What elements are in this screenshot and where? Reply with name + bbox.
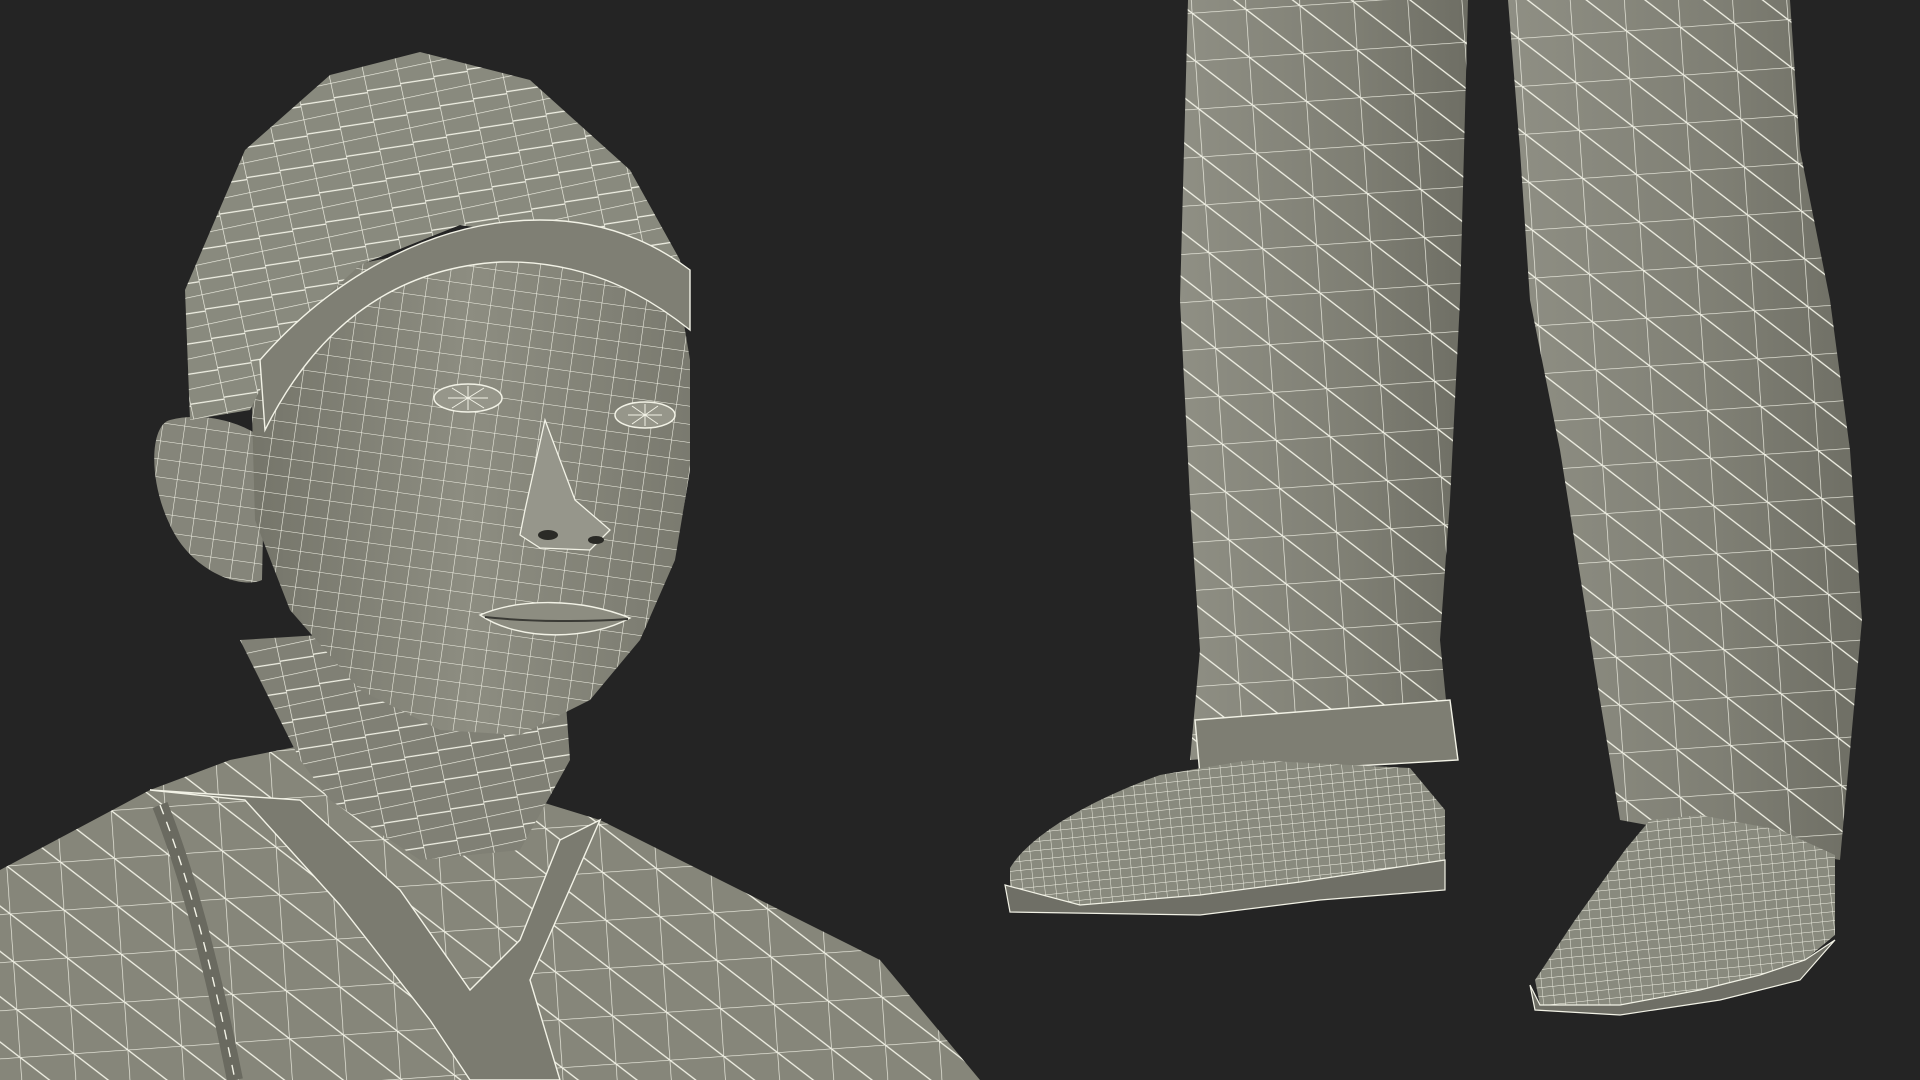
wireframe-render-scene [0, 0, 1862, 1080]
legs-model [1004, 0, 1862, 1016]
head-bust-model [0, 52, 980, 1080]
